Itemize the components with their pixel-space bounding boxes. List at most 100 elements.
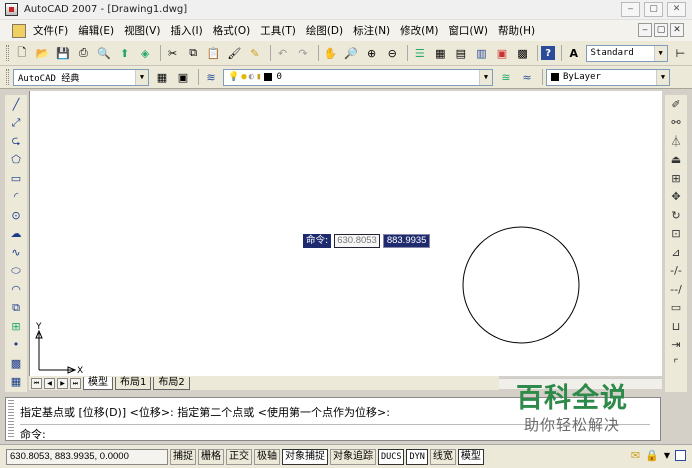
copy-icon[interactable]: ⚯ (665, 114, 687, 133)
autocad-app-icon[interactable] (5, 3, 18, 16)
plot-preview-icon[interactable]: 🔍 (95, 44, 113, 62)
design-center-icon[interactable]: ▦ (432, 44, 450, 62)
doc-restore-button[interactable]: ▢ (654, 23, 668, 37)
properties-icon[interactable]: ☰ (411, 44, 429, 62)
polyline-icon[interactable]: ⮎ (5, 132, 27, 151)
stretch-icon[interactable]: ⊿ (665, 243, 687, 262)
doc-minimize-button[interactable]: ‒ (638, 23, 652, 37)
menu-edit[interactable]: 编辑(E) (73, 23, 119, 38)
menu-draw[interactable]: 绘图(D) (301, 23, 348, 38)
cut-icon[interactable]: ✂ (164, 44, 182, 62)
block-editor-icon[interactable]: ✎ (246, 44, 264, 62)
chevron-down-icon[interactable]: ▼ (653, 45, 667, 61)
previous-tab-button[interactable]: ◀ (44, 377, 55, 389)
scale-icon[interactable]: ⊡ (665, 225, 687, 244)
close-button[interactable]: ✕ (667, 2, 686, 17)
ortho-toggle[interactable]: 正交 (226, 448, 252, 465)
publish-icon[interactable]: ⬆ (116, 44, 134, 62)
toolbar-grip[interactable] (6, 45, 9, 61)
workspace-select[interactable]: AutoCAD 经典 ▼ (13, 68, 149, 86)
communication-center-icon[interactable]: ✉ (631, 449, 640, 462)
menu-view[interactable]: 视图(V) (119, 23, 165, 38)
grid-toggle[interactable]: 栅格 (198, 448, 224, 465)
toolbar-grip[interactable] (6, 69, 9, 85)
offset-icon[interactable]: ⏏ (665, 151, 687, 170)
save-icon[interactable]: 💾 (54, 44, 72, 62)
color-select[interactable]: ByLayer ▼ (546, 68, 670, 86)
revision-cloud-icon[interactable]: ☁ (5, 225, 27, 244)
mirror-icon[interactable]: ⏃ (665, 132, 687, 151)
insert-block-icon[interactable]: ⧉ (5, 299, 27, 318)
ducs-toggle[interactable]: DUCS (378, 448, 405, 465)
chevron-down-icon[interactable]: ▼ (479, 69, 492, 85)
move-icon[interactable]: ✥ (665, 188, 687, 207)
dimension-style-icon[interactable]: ⊢ (672, 44, 690, 62)
chevron-down-icon[interactable]: ▼ (135, 69, 148, 85)
circle-icon[interactable]: ⊙ (5, 206, 27, 225)
point-icon[interactable]: • (5, 336, 27, 355)
toolbar-lock-icon[interactable]: 🔒 (645, 449, 659, 462)
chevron-down-icon[interactable]: ▼ (664, 451, 670, 460)
menu-help[interactable]: 帮助(H) (493, 23, 540, 38)
tab-layout2[interactable]: 布局2 (153, 376, 190, 390)
dyn-toggle[interactable]: DYN (406, 448, 428, 465)
clean-screen-icon[interactable] (675, 450, 686, 461)
zoom-window-icon[interactable]: ⊕ (363, 44, 381, 62)
polygon-icon[interactable]: ⬠ (5, 151, 27, 170)
new-icon[interactable]: 🗋 (13, 44, 31, 62)
3d-dwf-icon[interactable]: ◈ (136, 44, 154, 62)
coordinate-display[interactable]: 630.8053, 883.9935, 0.0000 (6, 448, 168, 465)
menu-format[interactable]: 格式(O) (208, 23, 255, 38)
menu-tools[interactable]: 工具(T) (255, 23, 301, 38)
first-tab-button[interactable]: ⏮ (31, 377, 42, 389)
menu-window[interactable]: 窗口(W) (443, 23, 493, 38)
spline-icon[interactable]: ∿ (5, 243, 27, 262)
menu-file[interactable]: 文件(F) (28, 23, 73, 38)
text-style-icon[interactable]: A (565, 44, 583, 62)
extend-icon[interactable]: --/ (665, 280, 687, 299)
snap-toggle[interactable]: 捕捉 (170, 448, 196, 465)
next-tab-button[interactable]: ▶ (57, 377, 68, 389)
maximize-button[interactable]: ▢ (644, 2, 663, 17)
chamfer-icon[interactable]: ⇥ (665, 336, 687, 355)
break-icon[interactable]: ▭ (665, 299, 687, 318)
document-icon[interactable] (12, 23, 26, 38)
erase-icon[interactable]: ✐ (665, 95, 687, 114)
workspace-settings-icon[interactable]: ▦ (153, 68, 171, 86)
zoom-realtime-icon[interactable]: 🔎 (342, 44, 360, 62)
dynamic-input-x-field[interactable]: 630.8053 (334, 234, 380, 248)
ellipse-icon[interactable]: ⬭ (5, 262, 27, 281)
menu-insert[interactable]: 插入(I) (165, 23, 207, 38)
construction-line-icon[interactable]: ⤢ (5, 114, 27, 133)
table-icon[interactable]: ▦ (5, 373, 27, 392)
array-icon[interactable]: ⊞ (665, 169, 687, 188)
tab-layout1[interactable]: 布局1 (115, 376, 152, 390)
undo-icon[interactable]: ↶ (274, 44, 292, 62)
polar-toggle[interactable]: 极轴 (254, 448, 280, 465)
text-style-select[interactable]: Standard ▼ (585, 44, 668, 62)
drawn-circle[interactable] (462, 226, 580, 344)
make-block-icon[interactable]: ⊞ (5, 317, 27, 336)
make-object-layer-current-icon[interactable]: ≊ (497, 68, 515, 86)
tool-palettes-icon[interactable]: ▤ (452, 44, 470, 62)
minimize-button[interactable]: ‒ (621, 2, 640, 17)
model-toggle[interactable]: 模型 (457, 448, 484, 465)
line-icon[interactable]: ╱ (5, 95, 27, 114)
paste-icon[interactable]: 📋 (205, 44, 223, 62)
pan-icon[interactable]: ✋ (322, 44, 340, 62)
trim-icon[interactable]: -/- (665, 262, 687, 281)
command-window-grip[interactable] (8, 400, 14, 438)
zoom-previous-icon[interactable]: ⊖ (383, 44, 401, 62)
markup-icon[interactable]: ▣ (493, 44, 511, 62)
chevron-down-icon[interactable]: ▼ (656, 69, 669, 85)
dynamic-input-y-field[interactable]: 883.9935 (382, 234, 431, 248)
menu-modify[interactable]: 修改(M) (395, 23, 443, 38)
join-icon[interactable]: ⊔ (665, 317, 687, 336)
drawing-canvas[interactable]: Y X 命令: 630.8053 883.9935 (29, 91, 662, 376)
ellipse-arc-icon[interactable]: ◠ (5, 280, 27, 299)
layer-select[interactable]: 💡 ● ◐ ▮ 0 ▼ (223, 68, 493, 86)
save-workspace-icon[interactable]: ▣ (174, 68, 192, 86)
otrack-toggle[interactable]: 对象追踪 (330, 448, 376, 465)
copy-clip-icon[interactable]: ⧉ (184, 44, 202, 62)
hatch-icon[interactable]: ▩ (5, 354, 27, 373)
